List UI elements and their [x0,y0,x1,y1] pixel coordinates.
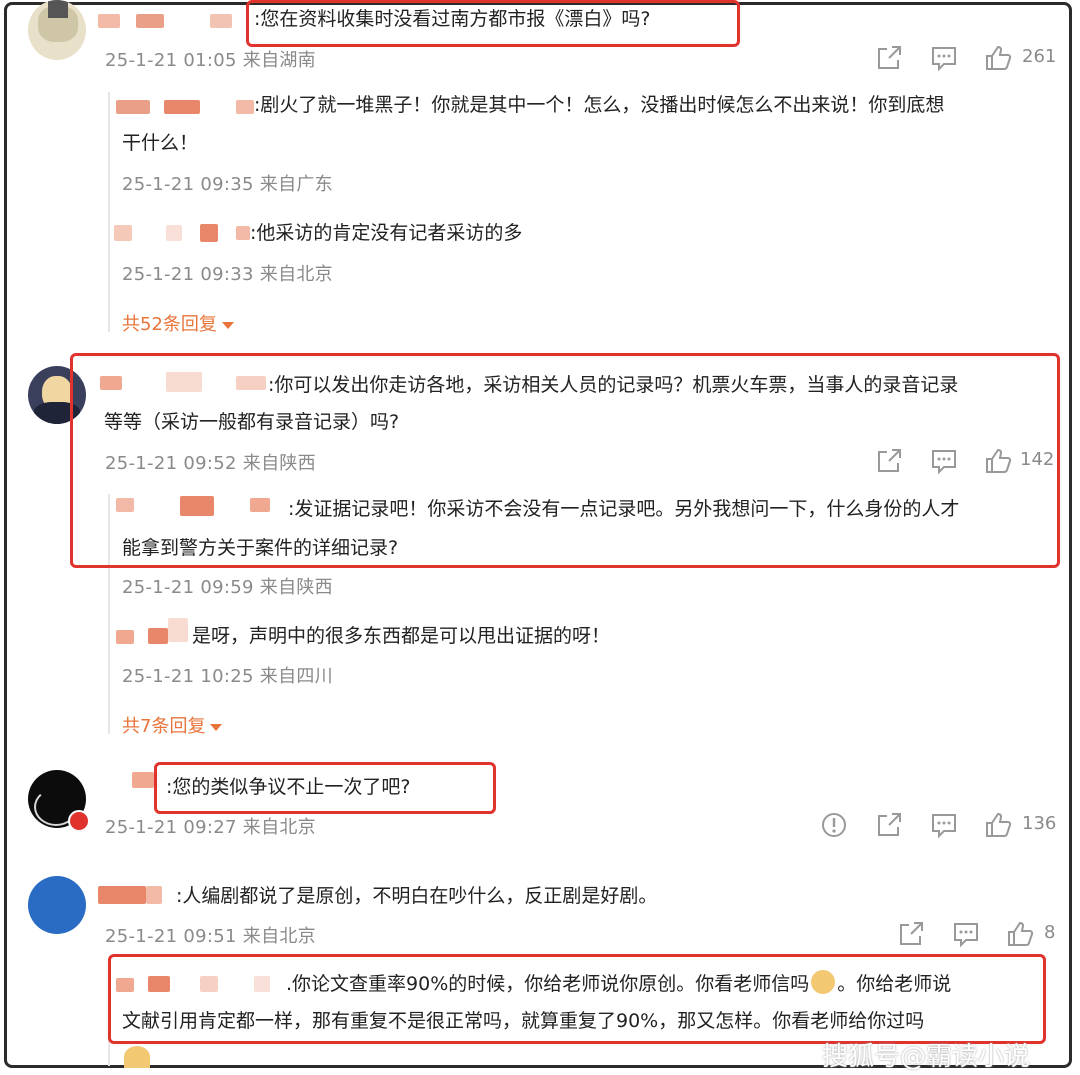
username-redacted[interactable] [236,100,254,114]
caret-down-icon [210,723,223,731]
username-redacted[interactable] [114,225,132,241]
highlight-box [70,353,1060,568]
more-replies-link[interactable]: 共7条回复 [122,712,223,738]
like-count: 136 [1022,813,1057,834]
highlight-box [246,0,740,47]
comment-text: :人编剧都说了是原创，不明白在吵什么，反正剧是好剧。 [176,885,658,907]
like-count: 261 [1022,46,1057,67]
reply-thread-line [108,92,110,332]
verified-badge-icon [68,810,90,832]
reply-meta: 25-1-21 09:33 来自北京 [122,264,333,285]
more-replies-label[interactable]: 共7条回复 [122,716,205,737]
comment-icon[interactable] [930,44,958,72]
reply-text: 干什么！ [122,132,199,154]
avatar[interactable] [28,0,86,60]
share-icon[interactable] [875,44,903,72]
username-redacted[interactable] [200,224,218,242]
reply-text: 是呀，声明中的很多东西都是可以甩出证据的呀！ [192,625,611,647]
caret-down-icon [221,321,234,329]
like-icon[interactable] [984,811,1012,839]
highlight-box [154,762,496,814]
username-redacted[interactable] [146,886,162,904]
comment-meta: 25-1-21 01:05 来自湖南 [105,50,316,71]
more-replies-link[interactable]: 共52条回复 [122,310,234,336]
avatar[interactable] [28,876,86,934]
reply-text: :剧火了就一堆黑子！你就是其中一个！怎么，没播出时候怎么不出来说！你到底想 [254,94,945,116]
username-redacted[interactable] [136,14,164,28]
username-redacted[interactable] [132,772,154,788]
username-redacted[interactable] [98,14,120,28]
comment-icon[interactable] [952,920,980,948]
username-redacted[interactable] [210,14,232,28]
share-icon[interactable] [875,811,903,839]
reply-meta: 25-1-21 09:59 来自陕西 [122,577,333,598]
like-count: 8 [1044,922,1056,943]
username-redacted[interactable] [168,618,188,642]
username-redacted[interactable] [116,630,134,644]
comment-icon[interactable] [930,811,958,839]
username-redacted[interactable] [166,225,182,241]
username-redacted[interactable] [116,100,150,114]
reply-text: :他采访的肯定没有记者采访的多 [250,222,523,244]
username-redacted[interactable] [164,100,200,114]
reply-meta: 25-1-21 10:25 来自四川 [122,666,333,687]
report-icon[interactable] [820,811,848,839]
like-icon[interactable] [1006,920,1034,948]
username-redacted[interactable] [98,886,146,904]
comment-meta: 25-1-21 09:27 来自北京 [105,817,316,838]
watermark: 搜狐号@霸读小说 [822,1042,1031,1072]
share-icon[interactable] [897,920,925,948]
highlight-box [108,954,1046,1044]
username-redacted[interactable] [236,226,250,240]
doge-emoji-icon [124,1046,150,1068]
more-replies-label[interactable]: 共52条回复 [122,314,217,335]
like-icon[interactable] [984,44,1012,72]
reply-meta: 25-1-21 09:35 来自广东 [122,174,333,195]
username-redacted[interactable] [148,628,168,644]
comment-meta: 25-1-21 09:51 来自北京 [105,926,316,947]
